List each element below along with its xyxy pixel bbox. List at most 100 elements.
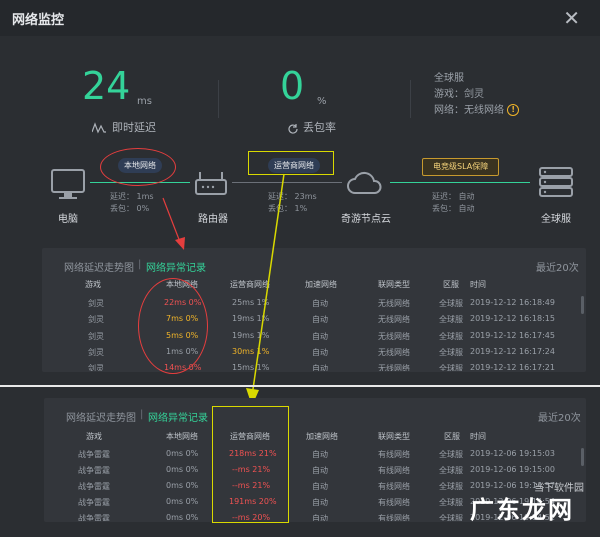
- cell-game: 剑灵: [88, 364, 104, 371]
- col-region: 区服: [443, 280, 459, 289]
- cell-region: 全球服: [439, 348, 463, 357]
- server-icon: [538, 166, 574, 198]
- divider: [410, 80, 411, 118]
- cell-game: 剑灵: [88, 348, 104, 357]
- annotation-ellipse: [138, 278, 208, 374]
- col-time: 时间: [470, 280, 486, 289]
- cell-game: 战争雷霆: [78, 482, 110, 491]
- router-icon: [194, 170, 228, 198]
- tab-trend[interactable]: 网络延迟走势图: [66, 409, 136, 424]
- pulse-icon: [91, 119, 106, 134]
- link-line: [390, 182, 530, 183]
- cell-region: 全球服: [439, 315, 463, 324]
- cell-region: 全球服: [439, 514, 463, 521]
- screenshot-separator: [0, 385, 600, 387]
- sla-badge: 电竞级SLA保障: [422, 158, 500, 176]
- computer-label: 电脑: [58, 214, 78, 225]
- router-latency: 延迟： 1ms: [110, 192, 154, 201]
- loss-value: 0: [280, 64, 305, 108]
- latency-unit: ms: [137, 96, 152, 107]
- cell-region: 全球服: [439, 332, 463, 341]
- cell-conn: 有线网络: [378, 514, 410, 521]
- cell-accel: 自动: [312, 482, 328, 491]
- latency-value: 24: [82, 64, 131, 108]
- tab-trend[interactable]: 网络延迟走势图: [64, 259, 134, 274]
- col-time: 时间: [470, 432, 486, 441]
- cell-game: 剑灵: [88, 299, 104, 308]
- cell-game: 战争雷霆: [78, 498, 110, 507]
- col-conn: 联网类型: [378, 280, 410, 289]
- cloud-icon: [346, 170, 384, 196]
- cell-conn: 有线网络: [378, 482, 410, 491]
- annotation-arrow-red: [162, 197, 185, 250]
- tab-records[interactable]: 网络异常记录: [146, 259, 206, 274]
- latency-label: 即时延迟: [112, 121, 156, 134]
- cell-accel: 自动: [312, 348, 328, 357]
- server-label: 全球服: [541, 214, 571, 225]
- annotation-box: [212, 406, 289, 523]
- cell-accel: 自动: [312, 450, 328, 459]
- col-region: 区服: [444, 432, 460, 441]
- cell-game: 剑灵: [88, 315, 104, 324]
- cell-time: 2019-12-12 16:17:45: [470, 331, 555, 340]
- cell-local: 0ms 0%: [166, 481, 199, 490]
- cell-time: 2019-12-12 16:17:24: [470, 347, 555, 356]
- loss-label: 丢包率: [303, 121, 336, 134]
- cell-region: 全球服: [439, 299, 463, 308]
- cell-game: 战争雷霆: [78, 450, 110, 459]
- server-loss: 丢包： 自动: [432, 204, 475, 213]
- cell-game: 战争雷霆: [78, 466, 110, 475]
- cell-time: 2019-12-12 16:18:49: [470, 298, 555, 307]
- cell-accel: 自动: [312, 466, 328, 475]
- server-name: 全球服: [434, 73, 464, 84]
- scrollbar[interactable]: [581, 296, 584, 314]
- close-icon[interactable]: ✕: [563, 6, 580, 30]
- tab-separator: |: [138, 259, 142, 270]
- recent-count[interactable]: 最近20次: [536, 259, 579, 274]
- cell-local: 0ms 0%: [166, 497, 199, 506]
- title-bar: [0, 0, 600, 36]
- annotation-arrow-yellow: [246, 173, 285, 406]
- cell-time: 2019-12-12 16:18:15: [470, 314, 555, 323]
- network-type: 网络：无线网络 !: [434, 103, 520, 119]
- loss-unit: %: [317, 96, 327, 107]
- router-stats: 延迟： 1ms 丢包： 0%: [110, 191, 154, 215]
- cell-game: 剑灵: [88, 332, 104, 341]
- cell-accel: 自动: [312, 315, 328, 324]
- scrollbar[interactable]: [581, 448, 584, 466]
- cell-conn: 无线网络: [378, 315, 410, 324]
- game-name: 游戏：剑灵: [434, 89, 484, 100]
- col-accel: 加速网络: [305, 280, 337, 289]
- col-game: 游戏: [86, 432, 102, 441]
- cell-local: 0ms 0%: [166, 513, 199, 521]
- cell-conn: 无线网络: [378, 299, 410, 308]
- col-accel: 加速网络: [306, 432, 338, 441]
- cell-accel: 自动: [312, 299, 328, 308]
- server-latency: 延迟： 自动: [432, 192, 475, 201]
- cell-conn: 无线网络: [378, 364, 410, 371]
- cloud-label: 奇游节点云: [341, 214, 391, 225]
- cell-conn: 有线网络: [378, 450, 410, 459]
- cell-accel: 自动: [312, 498, 328, 507]
- table-row[interactable]: 剑灵 14ms 0% 15ms 1% 自动 无线网络 全球服 2019-12-1…: [0, 363, 600, 371]
- tab-records[interactable]: 网络异常记录: [148, 409, 208, 424]
- cell-game: 战争雷霆: [78, 514, 110, 521]
- cell-accel: 自动: [312, 332, 328, 341]
- computer-icon: [50, 168, 86, 202]
- server-stats: 延迟： 自动 丢包： 自动: [432, 191, 475, 215]
- cell-accel: 自动: [312, 514, 328, 521]
- col-conn: 联网类型: [378, 432, 410, 441]
- cell-local: 0ms 0%: [166, 465, 199, 474]
- cell-region: 全球服: [439, 466, 463, 475]
- cell-region: 全球服: [439, 498, 463, 507]
- recent-count[interactable]: 最近20次: [538, 409, 581, 424]
- cell-time: 2019-12-06 19:15:03: [470, 449, 555, 458]
- cell-time: 2019-12-06 19:15:00: [470, 465, 555, 474]
- cell-region: 全球服: [439, 364, 463, 371]
- network-type-text: 网络：无线网络: [434, 105, 504, 116]
- window-title: 网络监控: [12, 13, 65, 28]
- cell-time: 2019-12-12 16:17:21: [470, 363, 555, 371]
- col-local: 本地网络: [166, 432, 198, 441]
- cell-region: 全球服: [439, 450, 463, 459]
- warning-icon[interactable]: !: [507, 104, 520, 116]
